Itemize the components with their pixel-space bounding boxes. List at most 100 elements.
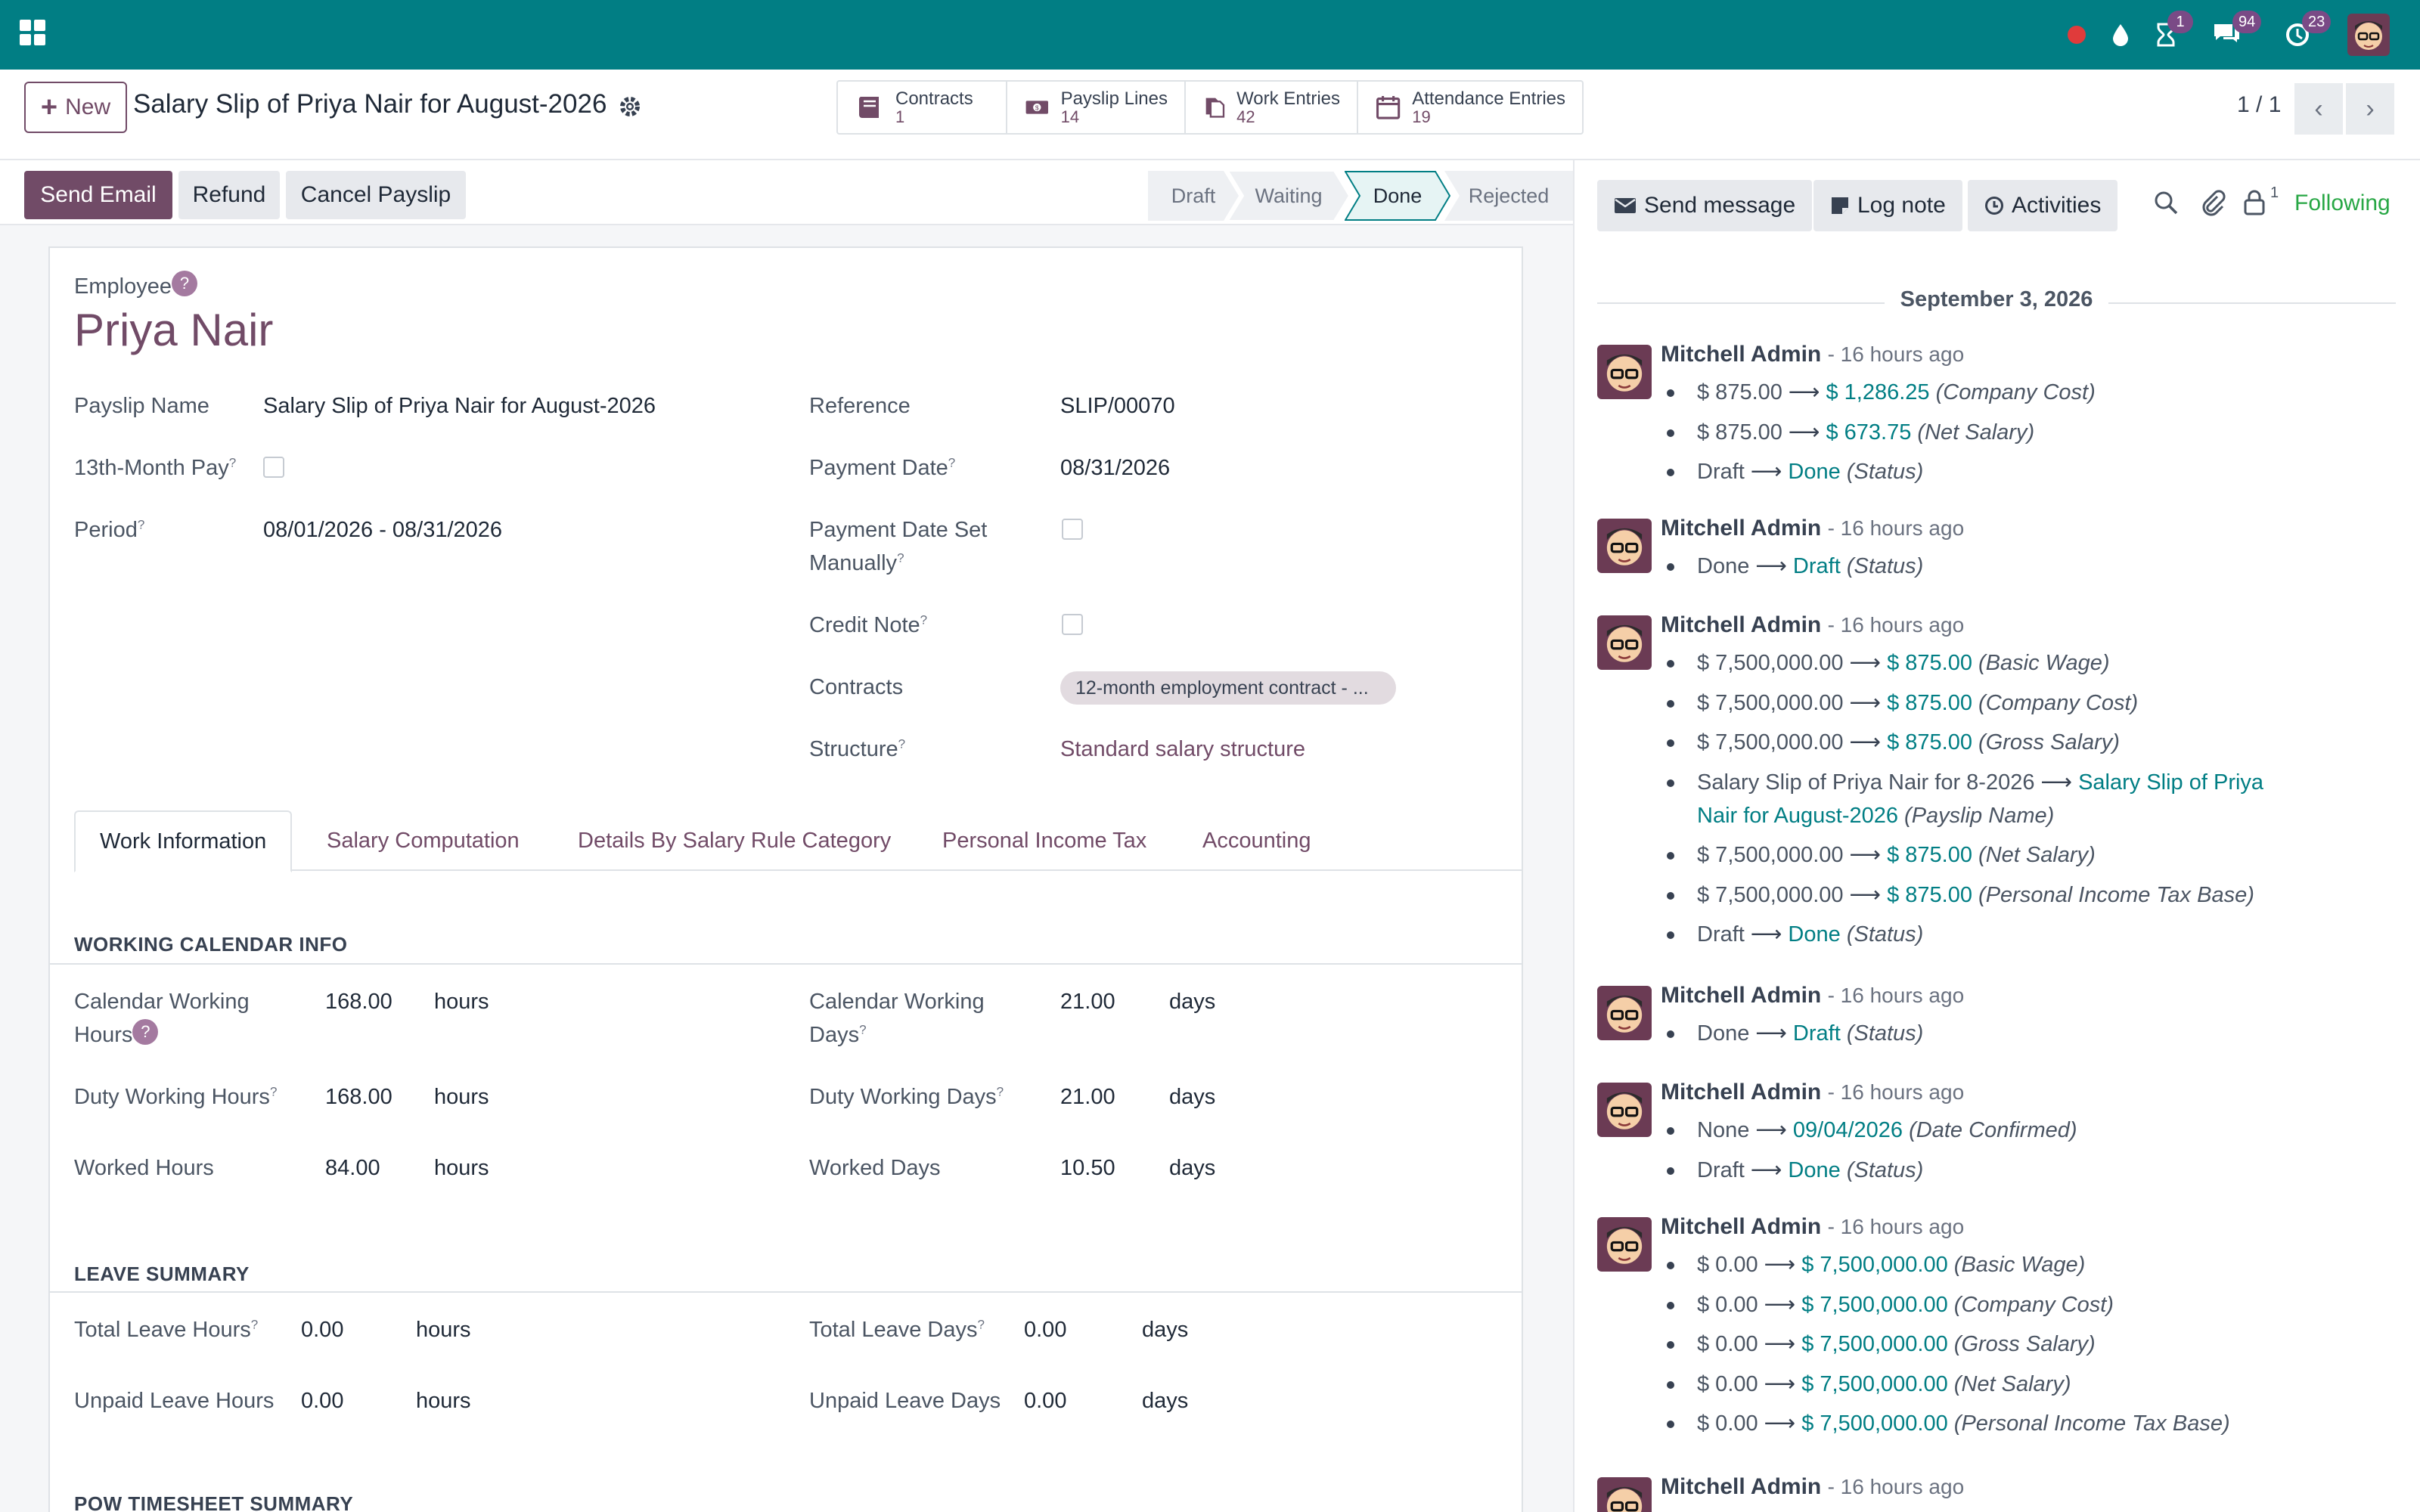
message-time: - 16 hours ago bbox=[1827, 1080, 1965, 1104]
help-icon[interactable]: ? bbox=[171, 271, 197, 296]
old-value: Draft bbox=[1697, 1157, 1745, 1182]
message-avatar[interactable] bbox=[1597, 986, 1652, 1040]
smart-value: 1 bbox=[895, 107, 905, 127]
droplet-icon[interactable] bbox=[2102, 17, 2139, 53]
payment-date-value[interactable]: 08/31/2026 bbox=[1060, 452, 1170, 485]
message-avatar[interactable] bbox=[1597, 1477, 1652, 1512]
message-author[interactable]: Mitchell Admin - 16 hours ago bbox=[1661, 1474, 1964, 1500]
tab-personal-income-tax[interactable]: Personal Income Tax bbox=[918, 810, 1171, 871]
message-avatar[interactable] bbox=[1597, 519, 1652, 573]
pager-next-button[interactable]: › bbox=[2346, 83, 2394, 135]
pager-value[interactable]: 1 / 1 bbox=[2237, 92, 2281, 118]
gear-icon[interactable] bbox=[617, 94, 643, 119]
arrow-right-icon: ⟶ bbox=[1764, 1292, 1796, 1317]
refund-button[interactable]: Refund bbox=[178, 171, 280, 219]
field-name: (Basic Wage) bbox=[1978, 651, 2110, 675]
date-separator-label: September 3, 2026 bbox=[1900, 287, 2093, 311]
field-name: (Gross Salary) bbox=[1953, 1332, 2096, 1356]
stage-label: Draft bbox=[1171, 184, 1216, 207]
contract-tag[interactable]: 12-month employment contract - ... bbox=[1060, 671, 1396, 705]
message-avatar[interactable] bbox=[1597, 1083, 1652, 1137]
contracts-smart-button[interactable]: Contracts 1 bbox=[838, 82, 1007, 133]
thirteenth-month-checkbox[interactable] bbox=[263, 457, 284, 478]
old-value: $ 7,500,000.00 bbox=[1697, 882, 1844, 907]
thirteenth-month-text: 13th-Month Pay bbox=[74, 456, 229, 480]
period-value[interactable]: 08/01/2026 - 08/31/2026 bbox=[263, 514, 502, 547]
message-avatar[interactable] bbox=[1597, 345, 1652, 399]
send-email-button[interactable]: Send Email bbox=[24, 171, 172, 219]
tracking-value-row: $ 0.00 ⟶ $ 7,500,000.00 (Gross Salary) bbox=[1661, 1328, 2096, 1362]
payslip-lines-smart-button[interactable]: $ Payslip Lines 14 bbox=[1007, 82, 1186, 133]
notebook-tabs: Work Information Salary Computation Deta… bbox=[74, 810, 1522, 872]
arrow-right-icon: ⟶ bbox=[1750, 460, 1782, 484]
smart-label: Work Entries bbox=[1236, 88, 1340, 109]
note-icon bbox=[1832, 197, 1848, 214]
attendance-entries-smart-button[interactable]: Attendance Entries 19 bbox=[1358, 82, 1582, 133]
unpaid-leave-days-value: 0.00 bbox=[1024, 1389, 1067, 1413]
stage-draft[interactable]: Draft bbox=[1148, 171, 1239, 221]
new-button[interactable]: + New bbox=[24, 82, 127, 133]
message-time: - 16 hours ago bbox=[1827, 984, 1965, 1007]
reference-value[interactable]: SLIP/00070 bbox=[1060, 390, 1175, 423]
message-author[interactable]: Mitchell Admin - 16 hours ago bbox=[1661, 612, 1964, 638]
message-avatar[interactable] bbox=[1597, 1217, 1652, 1272]
credit-note-checkbox[interactable] bbox=[1062, 614, 1083, 635]
payment-date-manual-checkbox[interactable] bbox=[1062, 519, 1083, 540]
paperclip-icon[interactable] bbox=[2199, 189, 2229, 219]
tab-work-information[interactable]: Work Information bbox=[74, 810, 293, 872]
hourglass-icon[interactable]: 1 bbox=[2148, 11, 2193, 53]
stage-rejected[interactable]: Rejected bbox=[1444, 171, 1573, 221]
total-leave-days-text: Total Leave Days bbox=[809, 1318, 978, 1342]
payment-date-label: Payment Date? bbox=[809, 455, 956, 480]
updates-badge: 23 bbox=[2302, 11, 2332, 33]
message-time: - 16 hours ago bbox=[1827, 342, 1965, 366]
thirteenth-month-label: 13th-Month Pay? bbox=[74, 455, 237, 480]
old-value: $ 7,500,000.00 bbox=[1697, 730, 1844, 754]
structure-link[interactable]: Standard salary structure bbox=[1060, 733, 1305, 767]
message-author[interactable]: Mitchell Admin - 16 hours ago bbox=[1661, 1214, 1964, 1240]
unit-label: days bbox=[1169, 1156, 1216, 1180]
activities-button[interactable]: Activities bbox=[1968, 180, 2118, 231]
log-note-button[interactable]: Log note bbox=[1813, 180, 1962, 231]
calendar-days-value: 21.00 bbox=[1060, 990, 1115, 1014]
unit-label: hours bbox=[416, 1389, 471, 1413]
old-value: $ 7,500,000.00 bbox=[1697, 651, 1844, 675]
help-icon[interactable]: ? bbox=[132, 1018, 159, 1045]
payslip-name-value[interactable]: Salary Slip of Priya Nair for August-202… bbox=[263, 390, 656, 423]
stage-done[interactable]: Done bbox=[1345, 171, 1450, 221]
tracking-value-row: $ 7,500,000.00 ⟶ $ 875.00 (Company Cost) bbox=[1661, 687, 2138, 720]
message-avatar[interactable] bbox=[1597, 615, 1652, 670]
tracking-value-row: $ 0.00 ⟶ $ 7,500,000.00 (Company Cost) bbox=[1661, 1289, 2114, 1322]
message-author[interactable]: Mitchell Admin - 16 hours ago bbox=[1661, 516, 1964, 541]
leave-summary-title: LEAVE SUMMARY bbox=[74, 1263, 250, 1285]
search-icon[interactable] bbox=[2152, 189, 2183, 219]
updates-icon[interactable]: 23 bbox=[2279, 11, 2332, 53]
tab-salary-computation[interactable]: Salary Computation bbox=[302, 810, 544, 871]
send-message-button[interactable]: Send message bbox=[1597, 180, 1813, 231]
tab-salary-rule-category[interactable]: Details By Salary Rule Category bbox=[554, 810, 915, 871]
cancel-payslip-button[interactable]: Cancel Payslip bbox=[286, 171, 466, 219]
arrow-right-icon: ⟶ bbox=[1849, 690, 1882, 715]
working-calendar-title: WORKING CALENDAR INFO bbox=[74, 933, 348, 956]
message-author[interactable]: Mitchell Admin - 16 hours ago bbox=[1661, 983, 1964, 1009]
pager-previous-button[interactable]: ‹ bbox=[2294, 83, 2343, 135]
author-name: Mitchell Admin bbox=[1661, 983, 1822, 1008]
following-button[interactable]: Following bbox=[2294, 191, 2391, 216]
message-author[interactable]: Mitchell Admin - 16 hours ago bbox=[1661, 1080, 1964, 1105]
employee-name[interactable]: Priya Nair bbox=[74, 304, 273, 356]
tab-accounting[interactable]: Accounting bbox=[1178, 810, 1336, 871]
calendar-hours-line1: Calendar Working bbox=[74, 990, 250, 1014]
record-icon[interactable] bbox=[2059, 17, 2095, 53]
employee-label: Employee? bbox=[74, 271, 197, 304]
chat-icon[interactable]: 94 bbox=[2208, 11, 2262, 53]
tracking-value-row: Draft ⟶ Done (Status) bbox=[1661, 919, 1923, 952]
period-label: Period? bbox=[74, 517, 145, 542]
contracts-label: Contracts bbox=[809, 675, 904, 699]
app-menu-icon[interactable] bbox=[20, 20, 47, 47]
stage-waiting[interactable]: Waiting bbox=[1228, 171, 1349, 221]
followers-lock-icon[interactable] bbox=[2243, 189, 2273, 219]
new-value: 09/04/2026 bbox=[1792, 1118, 1903, 1142]
work-entries-smart-button[interactable]: Work Entries 42 bbox=[1186, 82, 1358, 133]
user-avatar[interactable] bbox=[2347, 14, 2390, 56]
message-author[interactable]: Mitchell Admin - 16 hours ago bbox=[1661, 342, 1964, 367]
